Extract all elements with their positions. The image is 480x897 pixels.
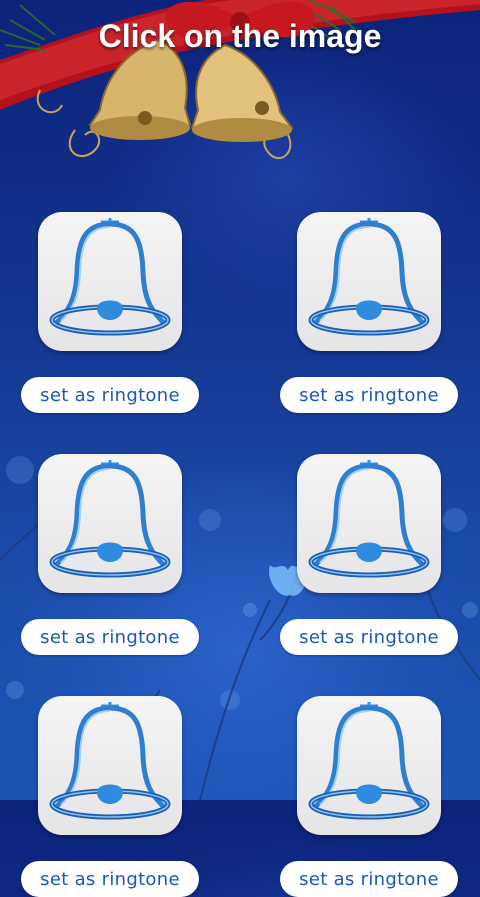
ringtone-grid: set as ringtone set as ringtone set as rin… xyxy=(0,0,480,897)
set-as-ringtone-button-1[interactable]: set as ringtone xyxy=(21,377,199,413)
set-as-ringtone-button-5[interactable]: set as ringtone xyxy=(21,861,199,897)
set-as-ringtone-button-4[interactable]: set as ringtone xyxy=(280,619,458,655)
set-as-ringtone-button-6[interactable]: set as ringtone xyxy=(280,861,458,897)
ringtone-image-1[interactable] xyxy=(38,212,182,351)
ringtone-image-4[interactable] xyxy=(297,454,441,593)
ringtone-image-5[interactable] xyxy=(38,696,182,835)
ringtone-image-2[interactable] xyxy=(297,212,441,351)
ringtone-image-3[interactable] xyxy=(38,454,182,593)
set-as-ringtone-button-2[interactable]: set as ringtone xyxy=(280,377,458,413)
ringtone-image-6[interactable] xyxy=(297,696,441,835)
set-as-ringtone-button-3[interactable]: set as ringtone xyxy=(21,619,199,655)
